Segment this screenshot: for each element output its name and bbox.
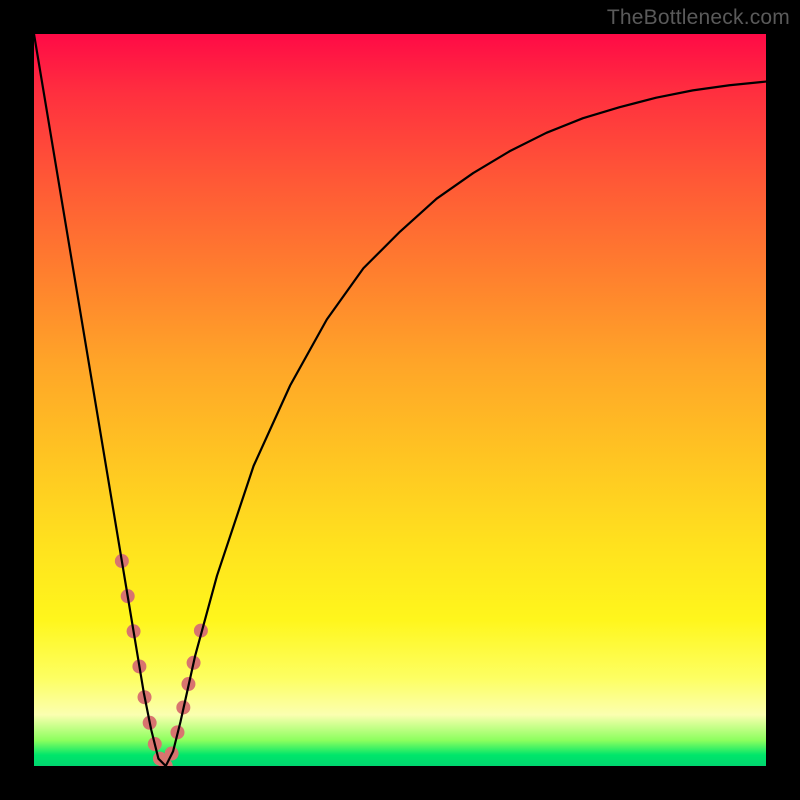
- plot-area: [34, 34, 766, 766]
- chart-stage: TheBottleneck.com: [0, 0, 800, 800]
- watermark-text: TheBottleneck.com: [607, 6, 790, 30]
- bottleneck-curve: [34, 34, 766, 766]
- curve-svg: [34, 34, 766, 766]
